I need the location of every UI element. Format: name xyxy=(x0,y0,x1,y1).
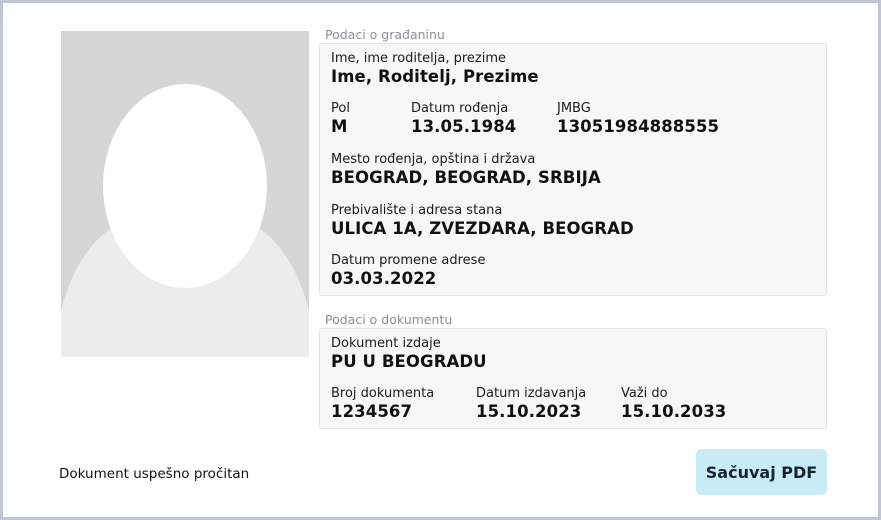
jmbg-field: JMBG 13051984888555 xyxy=(557,101,719,137)
address-change-label: Datum promene adrese xyxy=(331,253,486,268)
status-text: Dokument uspešno pročitan xyxy=(59,466,250,482)
valid-until-field: Važi do 15.10.2033 xyxy=(621,386,726,422)
issuer-label: Dokument izdaje xyxy=(331,336,441,351)
issuer-value: PU U BEOGRADU xyxy=(331,352,487,371)
birth-date-label: Datum rođenja xyxy=(411,101,509,116)
issue-date-value: 15.10.2023 xyxy=(476,402,582,421)
issue-date-label: Datum izdavanja xyxy=(476,386,587,401)
birth-place-value: BEOGRAD, BEOGRAD, SRBIJA xyxy=(331,168,601,187)
birth-place-field: Mesto rođenja, opština i država BEOGRAD,… xyxy=(331,152,601,188)
save-pdf-button[interactable]: Sačuvaj PDF xyxy=(696,449,827,495)
residence-field: Prebivalište i adresa stana ULICA 1A, ZV… xyxy=(331,203,634,239)
person-placeholder-icon xyxy=(61,31,309,357)
doc-number-field: Broj dokumenta 1234567 xyxy=(331,386,434,422)
valid-until-label: Važi do xyxy=(621,386,668,401)
address-change-value: 03.03.2022 xyxy=(331,269,437,288)
birth-date-value: 13.05.1984 xyxy=(411,117,517,136)
issuer-field: Dokument izdaje PU U BEOGRADU xyxy=(331,336,487,372)
citizen-section-title: Podaci o građaninu xyxy=(325,27,445,42)
birth-date-field: Datum rođenja 13.05.1984 xyxy=(411,101,516,137)
document-section-title: Podaci o dokumentu xyxy=(325,312,453,327)
residence-label: Prebivalište i adresa stana xyxy=(331,203,503,218)
address-change-field: Datum promene adrese 03.03.2022 xyxy=(331,253,485,289)
doc-number-value: 1234567 xyxy=(331,402,413,421)
name-field: Ime, ime roditelja, prezime Ime, Roditel… xyxy=(331,51,539,87)
sex-value: M xyxy=(331,117,348,136)
jmbg-label: JMBG xyxy=(557,101,591,116)
name-value: Ime, Roditelj, Prezime xyxy=(331,67,539,86)
citizen-card: Ime, ime roditelja, prezime Ime, Roditel… xyxy=(319,43,827,296)
birth-place-label: Mesto rođenja, opština i država xyxy=(331,152,536,167)
jmbg-value: 13051984888555 xyxy=(557,117,720,136)
sex-field: Pol M xyxy=(331,101,350,137)
sex-label: Pol xyxy=(331,101,350,116)
doc-number-label: Broj dokumenta xyxy=(331,386,435,401)
residence-value: ULICA 1A, ZVEZDARA, BEOGRAD xyxy=(331,219,634,238)
name-label: Ime, ime roditelja, prezime xyxy=(331,51,506,66)
valid-until-value: 15.10.2033 xyxy=(621,402,727,421)
issue-date-field: Datum izdavanja 15.10.2023 xyxy=(476,386,586,422)
document-card: Dokument izdaje PU U BEOGRADU Broj dokum… xyxy=(319,328,827,429)
app-window: Podaci o građaninu Ime, ime roditelja, p… xyxy=(3,3,878,517)
